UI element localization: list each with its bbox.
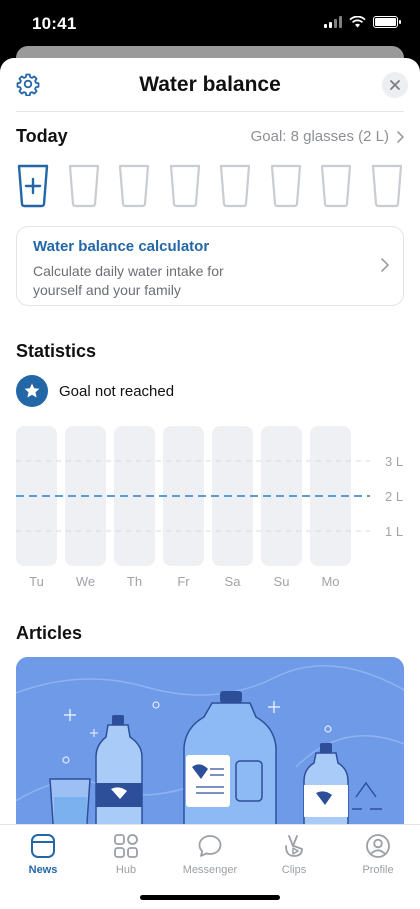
chevron-right-icon xyxy=(397,130,404,143)
tab-label: Clips xyxy=(281,864,307,876)
chart-x-label: Th xyxy=(127,574,142,589)
glass-empty[interactable] xyxy=(117,162,151,208)
glass-empty[interactable] xyxy=(370,162,404,208)
status-icons xyxy=(324,16,401,28)
chevron-right-icon xyxy=(381,258,389,272)
clips-icon xyxy=(285,835,303,857)
goal-status-text: Goal not reached xyxy=(59,382,175,400)
tab-label: Hub xyxy=(115,864,137,876)
messenger-icon xyxy=(198,835,222,857)
home-indicator xyxy=(140,895,280,900)
glass-empty[interactable] xyxy=(319,162,353,208)
glass-empty[interactable] xyxy=(168,162,202,208)
tab-label: Messenger xyxy=(182,864,238,876)
star-badge xyxy=(16,375,48,407)
articles-title: Articles xyxy=(16,623,83,643)
glasses-row xyxy=(16,162,404,210)
chart-y-tick-label: 1 L xyxy=(385,524,403,539)
sheet-header: Water balance xyxy=(16,58,408,112)
today-row: Today Goal: 8 glasses (2 L) xyxy=(16,126,404,150)
water-calculator-card[interactable]: Water balance calculator Calculate daily… xyxy=(16,226,404,306)
chart-x-label: Fr xyxy=(177,574,190,589)
news-icon xyxy=(31,834,55,858)
profile-icon xyxy=(366,834,390,858)
battery-icon xyxy=(373,16,401,28)
goal-text: Goal: 8 glasses (2 L) xyxy=(250,128,389,145)
chart-x-label: Sa xyxy=(225,574,242,589)
article-card[interactable] xyxy=(16,657,404,837)
chart-x-label: Su xyxy=(274,574,290,589)
bottom-tab-bar: News Hub Messenger Clips Profile xyxy=(0,824,420,909)
tab-clips[interactable]: Clips xyxy=(259,833,329,876)
tab-messenger[interactable]: Messenger xyxy=(175,833,245,876)
chart-x-label: Tu xyxy=(29,574,44,589)
plus-icon xyxy=(24,177,42,195)
glass-empty[interactable] xyxy=(218,162,252,208)
glass-add-button[interactable] xyxy=(16,162,50,208)
tab-profile[interactable]: Profile xyxy=(343,833,413,876)
goal-link[interactable]: Goal: 8 glasses (2 L) xyxy=(251,128,404,145)
weekly-water-chart: Tu We Th Fr Sa Su Mo 3 L 2 L 1 L xyxy=(16,426,403,589)
wifi-icon xyxy=(349,16,366,28)
chart-x-label: We xyxy=(76,574,95,589)
today-title: Today xyxy=(16,126,68,146)
glass-empty[interactable] xyxy=(269,162,303,208)
signal-icon xyxy=(324,16,342,28)
tab-hub[interactable]: Hub xyxy=(91,833,161,876)
calculator-title: Water balance calculator xyxy=(33,238,210,255)
close-icon xyxy=(390,80,400,90)
chart-bar-track xyxy=(163,426,204,566)
calculator-description: Calculate daily water intake for yoursel… xyxy=(33,263,224,298)
goal-status: Goal not reached xyxy=(16,374,174,408)
hub-icon xyxy=(114,834,138,858)
statistics-title: Statistics xyxy=(16,341,97,361)
chart-y-tick-label: 2 L xyxy=(385,489,403,504)
status-bar: 10:41 xyxy=(0,0,420,46)
chart-x-label: Mo xyxy=(321,574,339,589)
tab-label: News xyxy=(28,864,58,876)
close-button[interactable] xyxy=(382,72,408,98)
tab-label: Profile xyxy=(362,864,394,876)
page-title: Water balance xyxy=(139,73,281,96)
tab-news[interactable]: News xyxy=(8,833,78,876)
water-bottles-illustration xyxy=(16,657,404,837)
status-time: 10:41 xyxy=(32,14,77,33)
star-icon xyxy=(24,383,40,398)
glass-empty[interactable] xyxy=(67,162,101,208)
water-balance-sheet: Water balance Today Goal: 8 glasses (2 L… xyxy=(0,58,420,909)
chart-y-tick-label: 3 L xyxy=(385,454,403,469)
